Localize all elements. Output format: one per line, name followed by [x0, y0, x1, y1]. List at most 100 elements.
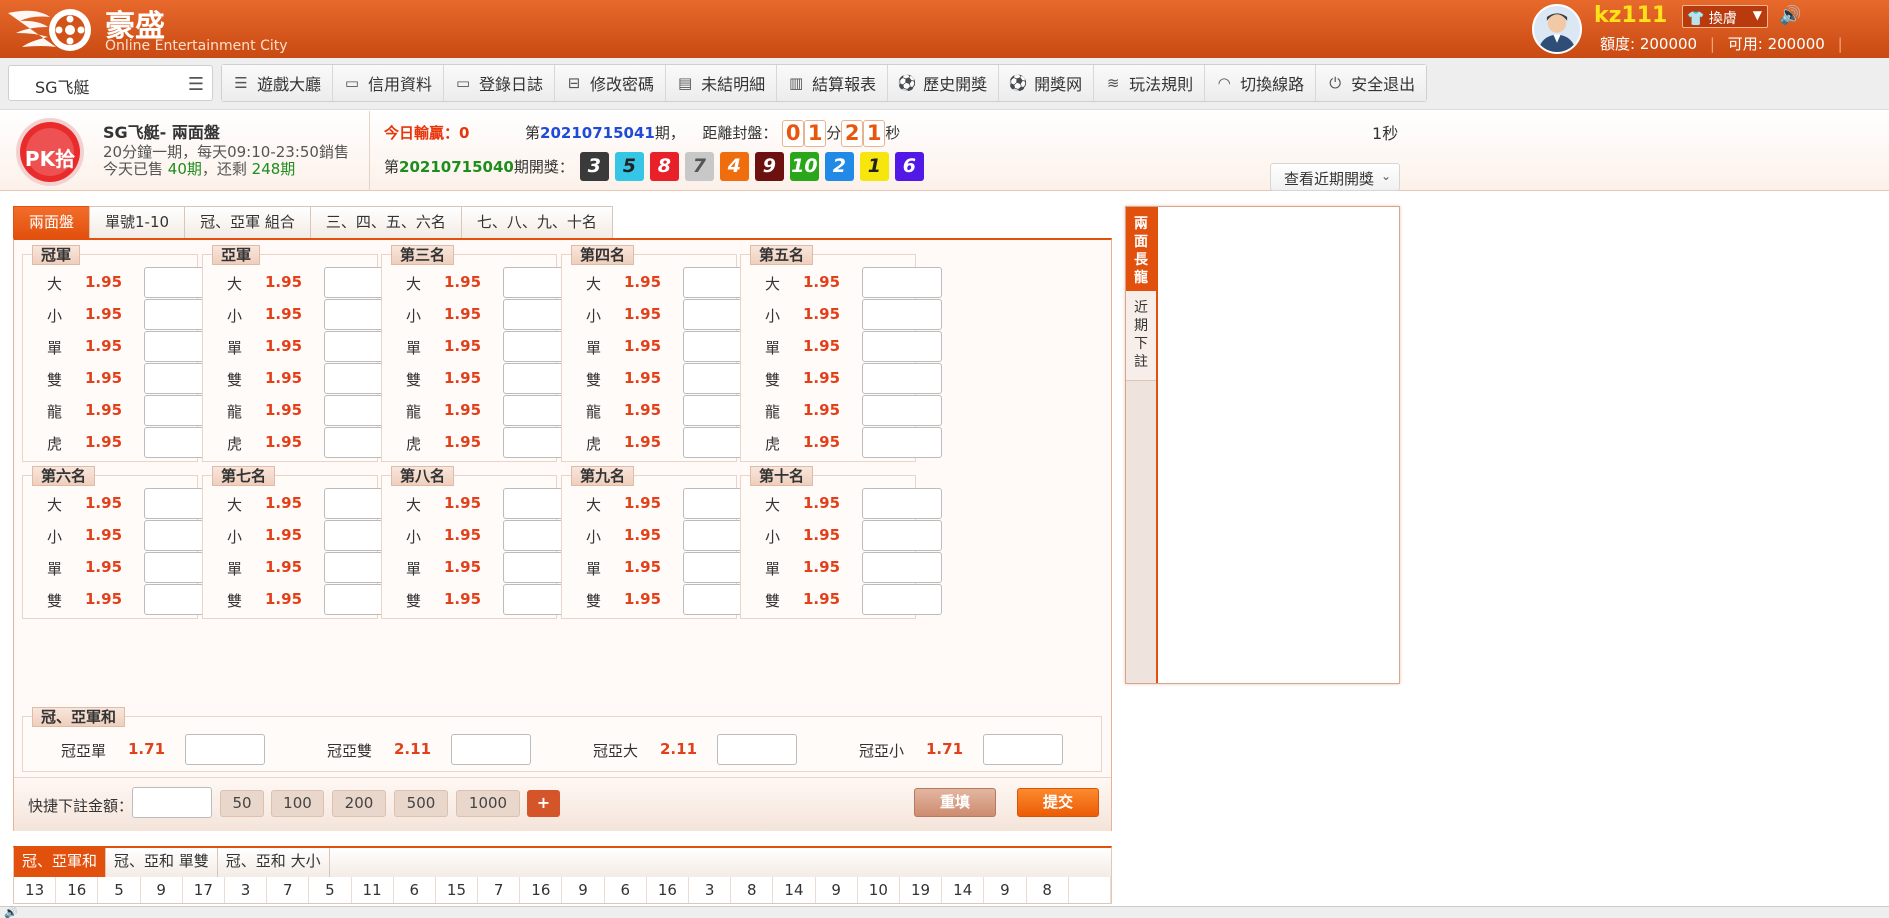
bet-option-odds: 1.95: [265, 273, 303, 291]
bet-option-label: 冠亞單: [61, 742, 107, 760]
available-separator: |: [1837, 35, 1843, 53]
bet-amount-input[interactable]: [862, 331, 942, 362]
bet-amount-input[interactable]: [185, 734, 265, 765]
bet-amount-input[interactable]: [451, 734, 531, 765]
bet-amount-input[interactable]: [717, 734, 797, 765]
today-win-label: 今日輸贏：: [384, 124, 460, 142]
bet-option-label: 單: [47, 339, 63, 357]
nav-lobby[interactable]: ☰ 遊戲大廳: [222, 65, 334, 101]
bet-amount-input[interactable]: [862, 488, 942, 519]
bet-option: 虎 1.95: [23, 427, 224, 459]
result-ball: 7: [684, 152, 714, 181]
result-ball: 2: [824, 152, 854, 181]
bet-option-label: 大: [406, 496, 422, 514]
card-title: 第三名: [391, 245, 455, 265]
stat-cell: 16: [647, 877, 689, 903]
stat-cell: 7: [478, 877, 521, 903]
nav-history-label: 歷史開獎: [923, 75, 988, 94]
bet-amount-input[interactable]: [862, 299, 942, 330]
bet-option-odds: 1.95: [803, 558, 841, 576]
bet-amount-input[interactable]: [862, 552, 942, 583]
nav-login-log[interactable]: ▭ 登錄日誌: [444, 65, 556, 101]
game-select[interactable]: SG飞艇 ☰: [8, 65, 213, 101]
bet-option: 單 1.95: [23, 552, 224, 584]
bet-option-odds: 1.95: [444, 494, 482, 512]
countdown-digit: 1: [863, 120, 886, 147]
bet-option: 小 1.95: [23, 520, 224, 552]
nav-change-password-label: 修改密碼: [590, 75, 655, 94]
bet-option-label: 單: [47, 560, 63, 578]
tab-champion-combo[interactable]: 冠、亞軍 組合: [184, 206, 311, 238]
bet-option-label: 單: [406, 339, 422, 357]
sold-status: 今天已售 40期，还剩 248期: [103, 161, 349, 178]
bet-option: 龍 1.95: [23, 395, 224, 427]
tab-third-to-sixth[interactable]: 三、四、五、六名: [309, 206, 462, 238]
main-nav: SG飞艇 ☰ ☰ 遊戲大廳 ▭ 信用資料 ▭ 登錄日誌 ⊟ 修改密碼 ▤ 未結明細 ▥ 結算…: [0, 58, 1889, 110]
amount-chip[interactable]: 100: [271, 790, 324, 817]
nav-switch-line[interactable]: ◠ 切換線路: [1205, 65, 1317, 101]
bet-amount-input[interactable]: [983, 734, 1063, 765]
nav-rules[interactable]: ≋ 玩法規則: [1094, 65, 1206, 101]
user-avatar[interactable]: [1532, 4, 1582, 54]
amount-chip[interactable]: 500: [394, 790, 448, 817]
nav-rules-label: 玩法規則: [1129, 75, 1194, 94]
monitor-icon: ▭: [455, 74, 471, 92]
nav-change-password[interactable]: ⊟ 修改密碼: [555, 65, 667, 101]
bet-amount-input[interactable]: [862, 427, 942, 458]
bet-amount-input[interactable]: [862, 363, 942, 394]
nav-history[interactable]: ⚽ 歷史開獎: [888, 65, 1000, 101]
bet-option-label: 雙: [406, 371, 422, 389]
bet-option: 小 1.95: [23, 299, 224, 331]
today-win-value: 0: [459, 124, 470, 142]
bet-option: 大 1.95: [741, 488, 942, 520]
amount-chip[interactable]: 50: [220, 790, 264, 817]
quick-amount-input[interactable]: [132, 787, 212, 818]
bet-amount-input[interactable]: [862, 395, 942, 426]
stat-cell: [1069, 877, 1111, 903]
view-recent-results-button[interactable]: 查看近期開獎 ⌄: [1270, 163, 1400, 191]
nav-settlement-report[interactable]: ▥ 結算報表: [777, 65, 889, 101]
bet-option-label: 大: [406, 275, 422, 293]
bet-option-odds: 1.95: [265, 337, 303, 355]
sound-icon[interactable]: 🔊: [1779, 5, 1801, 26]
nav-credit-info[interactable]: ▭ 信用資料: [333, 65, 445, 101]
quota-info: 額度: 200000 | 可用: 200000 |: [1600, 33, 1851, 54]
bet-option-label: 單: [765, 339, 781, 357]
reset-button[interactable]: 重填: [914, 788, 996, 817]
tab-recent-bets[interactable]: 近期下註: [1126, 291, 1156, 381]
nav-credit-info-label: 信用資料: [368, 75, 433, 94]
tab-pair-sum-big-small[interactable]: 冠、亞和 大小: [218, 848, 330, 877]
bet-amount-input[interactable]: [862, 520, 942, 551]
tab-pair-sum[interactable]: 冠、亞軍和: [14, 848, 107, 877]
bet-option: 小 1.95: [203, 520, 404, 552]
page: 豪盛 Online Entertainment City kz111 👕 換膚 …: [0, 0, 1889, 918]
bet-option-odds: 1.95: [85, 526, 123, 544]
bet-option: 雙 1.95: [562, 584, 763, 616]
nav-logout[interactable]: ⏻ 安全退出: [1316, 65, 1427, 101]
tab-pair-sum-odd-even[interactable]: 冠、亞和 單雙: [106, 848, 218, 877]
nav-unsettled[interactable]: ▤ 未結明細: [666, 65, 778, 101]
nav-lobby-label: 遊戲大廳: [257, 75, 322, 94]
tab-long-dragon[interactable]: 兩面長龍: [1126, 207, 1156, 291]
nav-settlement-report-label: 結算報表: [812, 75, 877, 94]
tab-seventh-to-tenth[interactable]: 七、八、九、十名: [460, 206, 613, 238]
bet-option: 小 1.95: [382, 299, 583, 331]
bet-option: 小 1.95: [741, 299, 942, 331]
fireball-logo-icon: [8, 9, 91, 51]
tab-single-number[interactable]: 單號1-10: [89, 206, 186, 238]
quota-label: 額度:: [1600, 35, 1636, 53]
bet-amount-input[interactable]: [862, 584, 942, 615]
divider: [369, 111, 370, 191]
bet-amount-input[interactable]: [862, 267, 942, 298]
nav-results-site[interactable]: ⚽ 開獎网: [999, 65, 1095, 101]
amount-chip[interactable]: 1000: [456, 790, 520, 817]
bet-option-odds: 1.95: [85, 433, 123, 451]
bet-option-odds: 1.95: [624, 305, 662, 323]
add-chip-button[interactable]: +: [527, 790, 560, 817]
submit-button[interactable]: 提交: [1017, 788, 1099, 817]
result-ball: 8: [649, 152, 679, 181]
bet-option-odds: 1.95: [624, 590, 662, 608]
skin-select[interactable]: 👕 換膚 ▼: [1682, 5, 1768, 28]
tab-two-sides[interactable]: 兩面盤: [13, 206, 91, 238]
amount-chip[interactable]: 200: [332, 790, 386, 817]
